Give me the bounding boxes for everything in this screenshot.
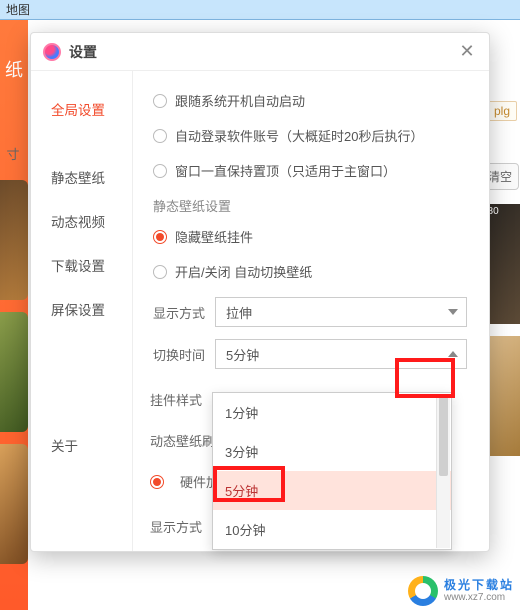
dropdown-option-3min[interactable]: 3分钟 xyxy=(213,432,451,471)
radio-icon xyxy=(153,265,167,279)
switch-time-dropdown: 1分钟 3分钟 5分钟 10分钟 xyxy=(212,392,452,550)
thumbnail[interactable] xyxy=(0,444,28,564)
section-static-wallpaper: 静态壁纸设置 xyxy=(153,196,467,215)
dropdown-option-5min[interactable]: 5分钟 xyxy=(213,471,451,510)
left-thumbnails xyxy=(0,180,28,580)
section-dynamic-prefix: 动态壁纸刷 xyxy=(150,431,215,450)
switch-time-select[interactable]: 5分钟 xyxy=(215,339,467,369)
close-button[interactable]: ✕ xyxy=(457,41,477,62)
dropdown-option-10min[interactable]: 10分钟 xyxy=(213,510,451,549)
left-rail-char: 纸 xyxy=(5,56,23,82)
sidebar: 全局设置 静态壁纸 动态视频 下载设置 屏保设置 关于 xyxy=(31,71,133,551)
chevron-down-icon xyxy=(448,309,458,315)
scrollbar-thumb[interactable] xyxy=(439,396,448,476)
sidebar-item-static[interactable]: 静态壁纸 xyxy=(31,155,132,199)
radio-icon xyxy=(153,164,167,178)
app-logo-icon xyxy=(43,43,61,61)
radio-icon xyxy=(153,94,167,108)
opt-hide-widget[interactable]: 隐藏壁纸挂件 xyxy=(153,227,467,246)
select-value: 拉伸 xyxy=(226,303,252,322)
radio-icon xyxy=(153,129,167,143)
sidebar-item-global[interactable]: 全局设置 xyxy=(31,87,132,131)
option-label: 开启/关闭 自动切换壁纸 xyxy=(175,262,312,281)
dropdown-option-1min[interactable]: 1分钟 xyxy=(213,393,451,432)
option-label: 跟随系统开机自动启动 xyxy=(175,91,305,110)
brand-name: 极光下载站 xyxy=(444,579,514,592)
brand-logo-icon xyxy=(408,576,438,606)
row-display-mode: 显示方式 拉伸 xyxy=(153,297,467,327)
thumbnail[interactable] xyxy=(0,180,28,300)
titlebar: 设置 ✕ xyxy=(31,33,489,71)
row-switch-time: 切换时间 5分钟 xyxy=(153,339,467,369)
sidebar-item-screensaver[interactable]: 屏保设置 xyxy=(31,287,132,331)
select-value: 5分钟 xyxy=(226,345,259,364)
opt-autostart[interactable]: 跟随系统开机自动启动 xyxy=(153,91,467,110)
sidebar-item-dynamic[interactable]: 动态视频 xyxy=(31,199,132,243)
radio-checked-icon xyxy=(150,475,164,489)
dialog-title: 设置 xyxy=(69,42,97,62)
display-mode-select[interactable]: 拉伸 xyxy=(215,297,467,327)
option-label: 隐藏壁纸挂件 xyxy=(175,227,253,246)
option-label: 窗口一直保持置顶（只适用于主窗口） xyxy=(175,161,396,180)
chevron-up-icon xyxy=(448,351,458,357)
field-label: 切换时间 xyxy=(153,345,215,364)
opt-autologin[interactable]: 自动登录软件账号（大概延时20秒后执行） xyxy=(153,126,467,145)
field-label: 挂件样式 xyxy=(150,390,202,409)
field-label: 显示方式 xyxy=(153,303,215,322)
desktop-tab: 地图 xyxy=(0,0,520,20)
sidebar-item-download[interactable]: 下载设置 xyxy=(31,243,132,287)
opt-auto-switch[interactable]: 开启/关闭 自动切换壁纸 xyxy=(153,262,467,281)
sidebar-item-about[interactable]: 关于 xyxy=(31,423,132,467)
watermark: 极光下载站 www.xz7.com xyxy=(408,576,514,606)
thumbnail[interactable] xyxy=(0,312,28,432)
opt-always-on-top[interactable]: 窗口一直保持置顶（只适用于主窗口） xyxy=(153,161,467,180)
dropdown-scrollbar[interactable] xyxy=(436,394,450,548)
brand-url: www.xz7.com xyxy=(444,592,514,603)
left-dim-label: 寸 xyxy=(0,144,26,163)
right-chip: plg xyxy=(487,101,517,121)
option-label: 自动登录软件账号（大概延时20秒后执行） xyxy=(175,126,423,145)
radio-checked-icon xyxy=(153,230,167,244)
field-label: 显示方式 xyxy=(150,517,202,536)
